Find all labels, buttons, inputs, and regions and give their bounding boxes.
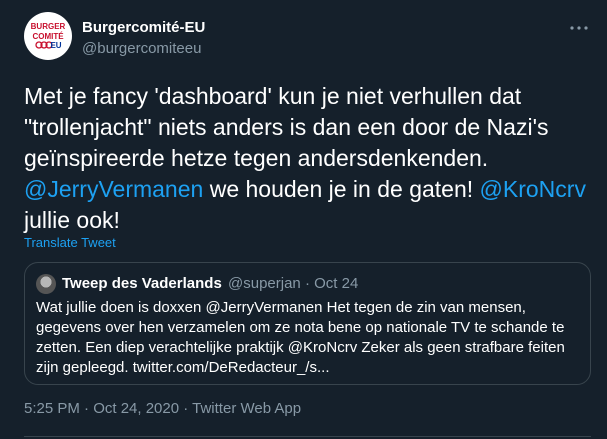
tweet-text-line: @JerryVermanen we houden je in de gaten!…	[24, 174, 596, 205]
author-handle[interactable]: @burgercomiteeu	[82, 40, 201, 57]
quoted-text-line: zetten. Een diep verachtelijke praktijk …	[36, 339, 565, 356]
author-name[interactable]: Burgercomité-EU	[82, 19, 205, 36]
quoted-date: · Oct 24	[304, 275, 359, 292]
svg-text:COMITÉ: COMITÉ	[32, 32, 64, 41]
quoted-tweet[interactable]: Tweep des Vaderlands @superjan · Oct 24 …	[24, 262, 591, 385]
quoted-author-name: Tweep des Vaderlands	[62, 275, 222, 292]
tweet-timestamp[interactable]: 5:25 PM · Oct 24, 2020 · Twitter Web App	[24, 400, 301, 417]
quoted-author-avatar	[36, 274, 56, 294]
mention-link-kroncrv[interactable]: @KroNcrv	[480, 176, 586, 202]
tweet-card: BURGER COMITÉ EU Burgercomité-EU @burger…	[0, 0, 607, 439]
svg-text:EU: EU	[50, 41, 61, 50]
burgercomite-logo-icon: BURGER COMITÉ EU	[31, 22, 66, 50]
tweet-text-line: jullie ook!	[24, 207, 120, 233]
author-avatar[interactable]: BURGER COMITÉ EU	[24, 12, 72, 60]
quoted-tweet-text: Wat jullie doen is doxxen @JerryVermanen…	[36, 298, 581, 378]
mention-link-jerryvermanen[interactable]: @JerryVermanen	[24, 176, 203, 202]
quoted-text-line: zijn gepleegd. twitter.com/DeRedacteur_/…	[36, 359, 330, 376]
quoted-author-meta: @superjan · Oct 24	[228, 275, 358, 292]
translate-tweet-link[interactable]: Translate Tweet	[24, 235, 116, 250]
divider	[24, 436, 591, 437]
tweet-text-line: Met je fancy 'dashboard' kun je niet ver…	[24, 83, 522, 109]
svg-text:BURGER: BURGER	[31, 22, 66, 31]
tweet-text-line: geïnspireerde hetze tegen andersdenkende…	[24, 145, 489, 171]
quoted-text-line: gegevens over hen verzamelen om ze nota …	[36, 319, 565, 336]
quoted-text-line: Wat jullie doen is doxxen @JerryVermanen…	[36, 299, 526, 316]
tweet-text-fragment: we houden je in de gaten!	[203, 176, 480, 202]
more-horizontal-icon	[570, 26, 588, 30]
tweet-text-line: "trollenjacht" niets anders is dan een d…	[24, 114, 549, 140]
more-options-icon[interactable]	[569, 18, 589, 38]
tweet-text: Met je fancy 'dashboard' kun je niet ver…	[24, 81, 596, 236]
quoted-author-handle: @superjan	[228, 275, 301, 292]
